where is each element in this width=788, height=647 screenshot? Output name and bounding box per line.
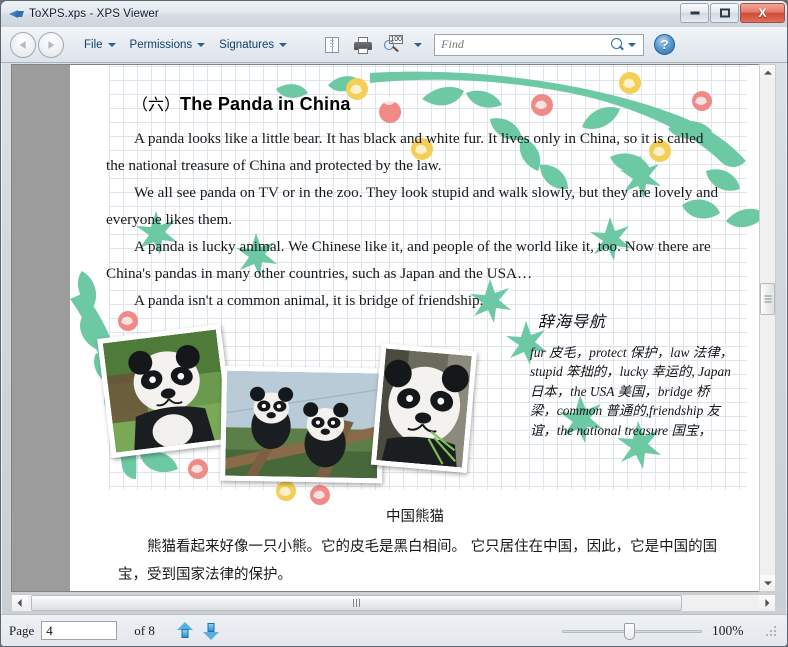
menu-permissions-label: Permissions — [129, 38, 193, 51]
next-page-button[interactable] — [203, 621, 220, 640]
find-box[interactable] — [434, 33, 645, 56]
paragraph-3: A panda is lucky animal. We Chinese like… — [106, 238, 711, 282]
close-icon: X — [758, 6, 767, 20]
maximize-button[interactable] — [710, 3, 739, 23]
menu-bar: File Permissions Signatures — [78, 35, 293, 55]
document-content: （六）The Panda in China A panda looks like… — [70, 65, 760, 591]
minimize-icon — [690, 11, 699, 15]
vertical-scrollbar-thumb[interactable] — [760, 283, 775, 315]
vertical-scrollbar[interactable] — [759, 64, 776, 592]
resize-grip-icon[interactable] — [766, 624, 779, 637]
toolbar: File Permissions Signatures 100 Find ? — [1, 27, 787, 63]
paragraph-2: We all see panda on TV or in the zoo. Th… — [106, 184, 719, 228]
horizontal-scrollbar-thumb[interactable] — [31, 595, 682, 611]
page-number-input[interactable]: 4 — [41, 621, 118, 640]
caret-up-icon — [763, 70, 772, 75]
navigation-buttons — [10, 31, 64, 58]
title-bar: ToXPS.xps - XPS Viewer X — [1, 1, 787, 27]
translation-title: 中国熊猫 — [386, 509, 444, 525]
maximize-icon — [719, 8, 730, 18]
heading-number: （六） — [132, 95, 181, 114]
previous-page-button[interactable] — [177, 621, 194, 640]
zoom-slider-thumb[interactable] — [624, 622, 635, 640]
toolbar-icon-group: 100 — [321, 34, 423, 56]
back-button[interactable] — [10, 31, 36, 58]
chevron-down-icon — [279, 42, 288, 47]
heading-title: The Panda in China — [180, 94, 351, 114]
page-label: Page — [9, 622, 35, 638]
status-bar: Page 4 of 8 100% — [1, 614, 787, 646]
help-button[interactable]: ? — [654, 34, 676, 55]
arrow-down-icon — [207, 623, 215, 632]
menu-file-label: File — [84, 38, 103, 51]
chevron-down-icon — [197, 42, 206, 47]
close-button[interactable]: X — [740, 3, 785, 23]
menu-signatures[interactable]: Signatures — [213, 35, 293, 55]
grip-icon — [764, 295, 771, 303]
printer-icon — [353, 36, 373, 54]
scroll-left-button[interactable] — [12, 595, 28, 611]
xps-viewer-window: ToXPS.xps - XPS Viewer X File Permission… — [0, 0, 788, 647]
scroll-right-button[interactable] — [759, 595, 775, 611]
paragraph-1: A panda looks like a little bear. It has… — [106, 130, 704, 174]
vocabulary-title: 辞海导航 — [538, 312, 607, 331]
menu-permissions[interactable]: Permissions — [124, 35, 212, 55]
menu-signatures-label: Signatures — [219, 38, 275, 51]
xps-document-icon — [8, 6, 24, 22]
panda-photo-2 — [220, 365, 384, 484]
scroll-down-button[interactable] — [760, 575, 775, 591]
window-controls: X — [680, 3, 785, 23]
page-layout-button[interactable] — [321, 34, 343, 56]
forward-button[interactable] — [38, 31, 64, 58]
arrow-up-icon — [181, 629, 189, 638]
window-title: ToXPS.xps - XPS Viewer — [29, 8, 159, 20]
panda-photo-1-image — [102, 329, 230, 453]
paragraph-4: A panda isn't a common animal, it is bri… — [134, 292, 484, 309]
page-layout-icon — [325, 36, 340, 53]
zoom-button[interactable]: 100 — [383, 34, 405, 55]
search-input[interactable] — [435, 34, 611, 55]
document-page: （六）The Panda in China A panda looks like… — [70, 65, 760, 591]
menu-file[interactable]: File — [78, 35, 122, 55]
caret-down-icon — [763, 581, 772, 586]
chevron-down-icon — [107, 42, 116, 47]
caret-left-icon — [17, 599, 22, 607]
photo-collage — [97, 323, 538, 497]
document-heading: （六）The Panda in China — [132, 91, 351, 115]
page-navigation — [177, 621, 220, 640]
find-options-chevron-icon[interactable] — [628, 42, 637, 47]
minimize-button[interactable] — [680, 3, 709, 23]
page-total-label: of 8 — [134, 622, 155, 638]
panda-photo-2-image — [225, 370, 379, 479]
zoom-level-label: 100% — [712, 622, 744, 638]
panda-photo-3-image — [376, 348, 472, 468]
document-viewport[interactable]: （六）The Panda in China A panda looks like… — [11, 64, 776, 592]
panda-photo-1 — [97, 323, 235, 459]
translation-body: 熊猫看起来好像一只小熊。它的皮毛是黑白相间。 它只居住在中国，因此，它是中国的国… — [118, 539, 718, 583]
search-icon[interactable] — [610, 37, 625, 52]
zoom-dropdown-chevron-icon[interactable] — [414, 42, 423, 47]
scroll-up-button[interactable] — [760, 65, 775, 81]
horizontal-scrollbar[interactable] — [11, 594, 776, 612]
vocabulary-list: fur 皮毛，protect 保护，law 法律，stupid 笨拙的，luck… — [530, 345, 733, 438]
caret-right-icon — [765, 599, 770, 607]
panda-photo-3 — [370, 343, 478, 473]
grip-icon — [352, 599, 361, 607]
zoom-controls: 100% — [562, 622, 779, 640]
zoom-slider[interactable] — [562, 622, 702, 640]
print-button[interactable] — [352, 34, 374, 56]
